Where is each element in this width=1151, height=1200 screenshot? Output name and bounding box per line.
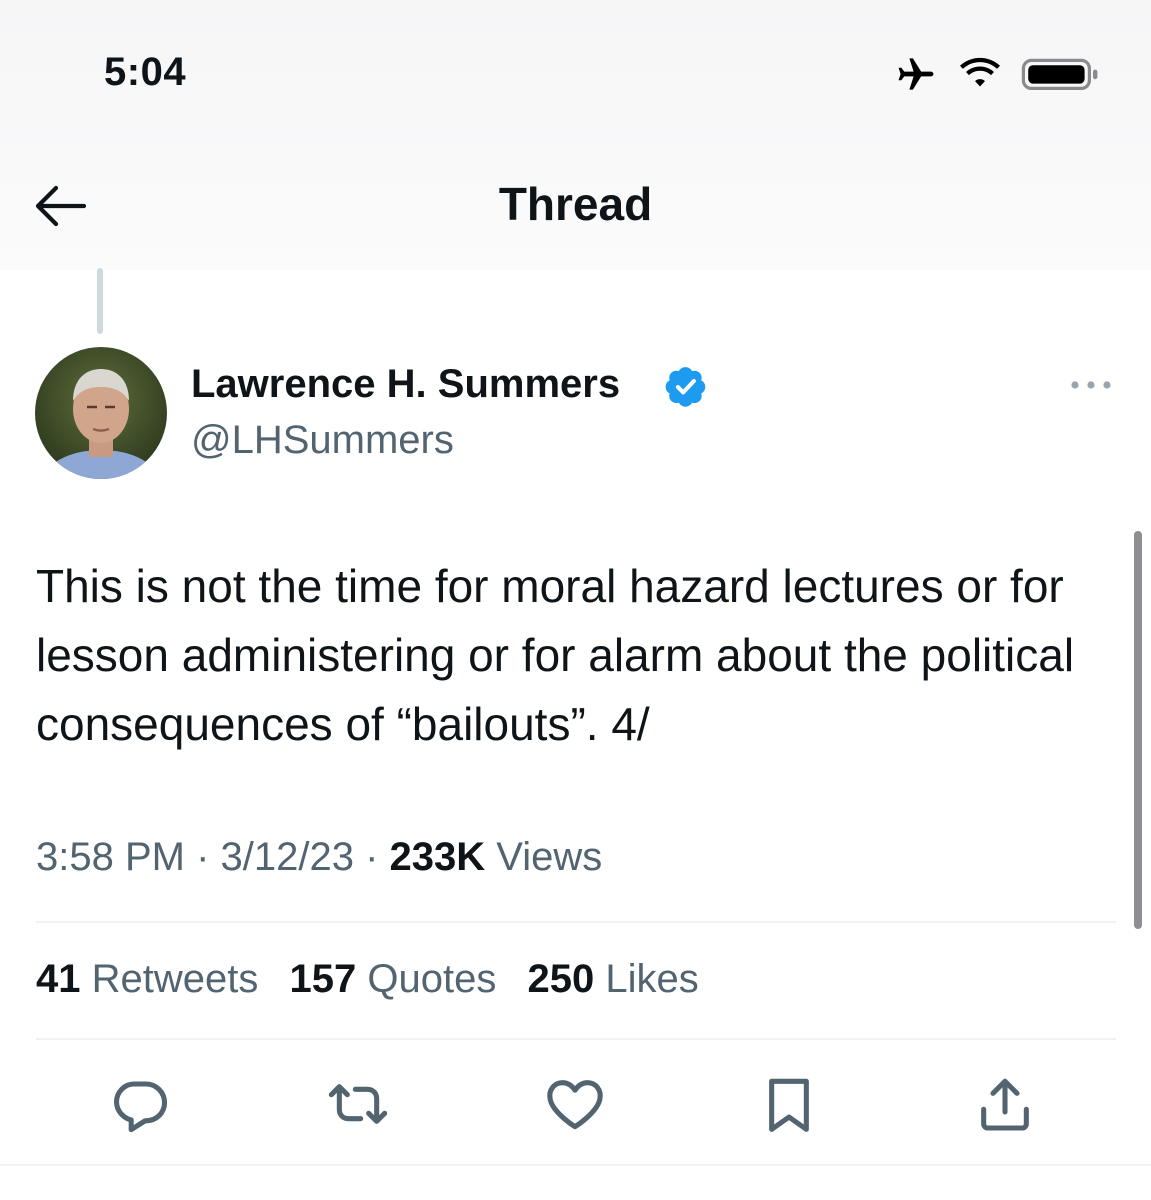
verified-badge-icon [664, 364, 708, 408]
retweets-label: Retweets [91, 957, 259, 1001]
tweet-meta: 3:58 PM · 3/12/23 · 233K Views [36, 835, 602, 880]
meta-separator: · [353, 835, 390, 879]
quotes-stat[interactable]: 157 Quotes [290, 957, 497, 1001]
tweet-time[interactable]: 3:58 PM [36, 835, 185, 879]
retweet-icon [328, 1084, 388, 1124]
author-name[interactable]: Lawrence H. Summers [191, 362, 620, 407]
engagement-stats: 41 Retweets 157 Quotes 250 Likes [36, 957, 719, 1002]
quotes-count: 157 [289, 957, 357, 1001]
status-time: 5:04 [104, 50, 187, 94]
more-button[interactable] [1067, 370, 1115, 400]
retweets-count: 41 [36, 957, 81, 1001]
battery-icon [1021, 58, 1098, 90]
wifi-icon [960, 57, 1000, 87]
airplane-icon [898, 58, 934, 90]
avatar-image [35, 347, 167, 479]
like-button[interactable] [543, 1072, 607, 1136]
more-dots-icon [1071, 381, 1111, 389]
views-count: 233K [389, 835, 486, 879]
scrollbar[interactable] [1134, 531, 1142, 929]
author-handle[interactable]: @LHSummers [191, 418, 454, 463]
page-title: Thread [498, 178, 653, 230]
tweet-text: This is not the time for moral hazard le… [36, 560, 1075, 750]
likes-label: Likes [605, 957, 699, 1001]
like-icon [547, 1080, 603, 1130]
divider [36, 921, 1116, 923]
divider [0, 1164, 1151, 1166]
likes-count: 250 [527, 957, 595, 1001]
meta-separator: · [184, 835, 221, 879]
bookmark-icon [769, 1078, 809, 1132]
share-icon [981, 1078, 1029, 1131]
retweet-button[interactable] [326, 1072, 390, 1136]
share-button[interactable] [973, 1072, 1037, 1136]
thread-connector [97, 268, 103, 334]
quotes-label: Quotes [367, 957, 497, 1001]
views-label: Views [496, 835, 603, 879]
avatar[interactable] [35, 347, 167, 479]
likes-stat[interactable]: 250 Likes [527, 957, 698, 1001]
divider [36, 1038, 1116, 1040]
tweet-date[interactable]: 3/12/23 [221, 835, 354, 879]
retweets-stat[interactable]: 41 Retweets [36, 957, 258, 1001]
bookmark-button[interactable] [757, 1072, 821, 1136]
reply-button[interactable] [108, 1072, 172, 1136]
reply-icon [114, 1081, 168, 1133]
